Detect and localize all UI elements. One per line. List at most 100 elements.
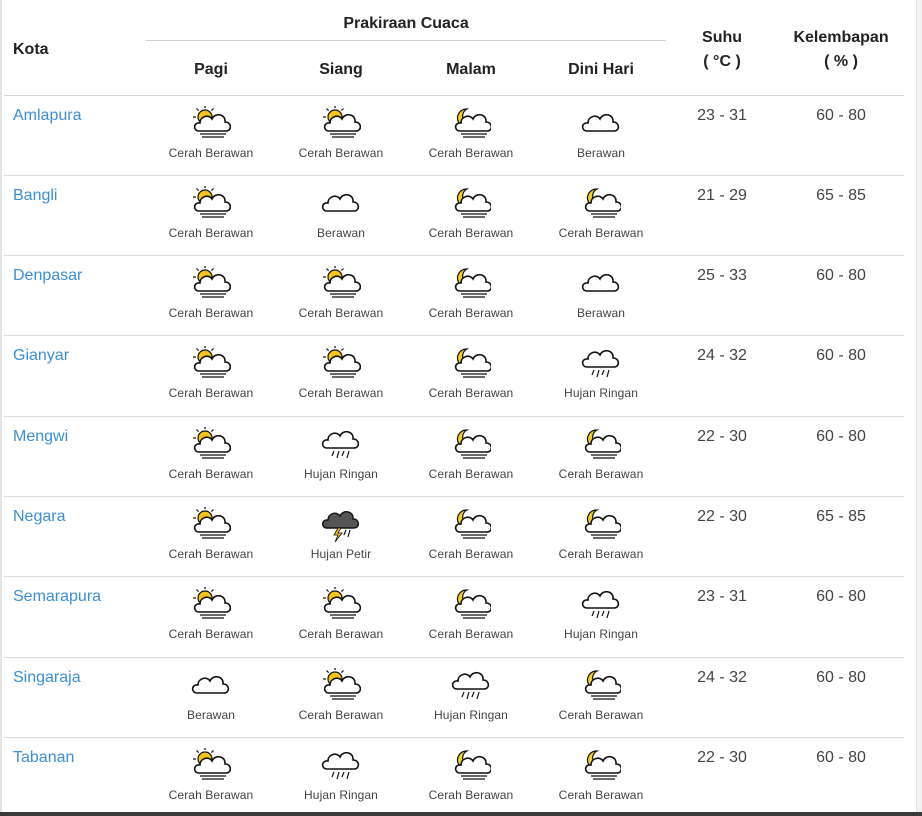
forecast-cell: Berawan	[276, 175, 406, 257]
light-rain-icon	[321, 751, 360, 780]
forecast-label: Cerah Berawan	[428, 225, 514, 240]
forecast-label: Berawan	[576, 145, 626, 160]
forecast-label: Hujan Ringan	[564, 627, 638, 642]
table-row: Semarapura Cerah Berawan Cerah Berawan Cera…	[4, 576, 905, 658]
forecast-cell: Hujan Ringan	[536, 335, 667, 417]
partly-sunny-icon	[323, 667, 361, 700]
forecast-cell: Hujan Ringan	[276, 737, 406, 816]
forecast-label: Cerah Berawan	[558, 546, 644, 561]
forecast-cell: Cerah Berawan	[536, 416, 667, 497]
light-rain-icon	[321, 430, 360, 458]
table-row: Amlapura Cerah Berawan Cerah Berawan Cerah …	[4, 95, 905, 176]
forecast-cell: Hujan Ringan	[536, 576, 667, 658]
right-scrollbar[interactable]	[916, 0, 922, 816]
forecast-label: Cerah Berawan	[428, 787, 514, 802]
forecast-label: Hujan Ringan	[434, 707, 508, 722]
forecast-cell: Berawan	[536, 255, 667, 337]
forecast-cell: Cerah Berawan	[146, 496, 276, 578]
forecast-cell: Cerah Berawan	[536, 175, 667, 257]
forecast-cell: Hujan Ringan	[406, 657, 536, 738]
light-rain-icon	[581, 591, 620, 619]
table-body: Amlapura Cerah Berawan Cerah Berawan Cerah …	[4, 95, 905, 816]
left-border	[0, 0, 2, 816]
forecast-label: Hujan Ringan	[304, 787, 378, 802]
table-row: Denpasar Cerah Berawan Cerah Berawan Cerah …	[4, 255, 905, 337]
table-header: Kota Prakiraan Cuaca Suhu ( °C ) Kelemba…	[4, 6, 905, 96]
city-cell: Denpasar	[4, 255, 146, 337]
table-row: Singaraja Berawan Cerah Berawan Hujan Ringa…	[4, 657, 905, 738]
forecast-label: Cerah Berawan	[558, 707, 644, 722]
forecast-label: Cerah Berawan	[298, 386, 384, 401]
forecast-cell: Cerah Berawan	[276, 657, 406, 738]
humidity-cell: 60 - 80	[778, 95, 905, 176]
forecast-cell: Cerah Berawan	[406, 576, 536, 658]
city-link[interactable]: Denpasar	[13, 267, 82, 284]
humidity-cell: 60 - 80	[778, 416, 905, 497]
header-forecast-label: Prakiraan Cuaca	[343, 15, 469, 32]
forecast-label: Cerah Berawan	[168, 386, 254, 401]
temperature-cell: 22 - 30	[666, 416, 779, 497]
forecast-cell: Cerah Berawan	[276, 335, 406, 417]
forecast-label: Cerah Berawan	[168, 627, 254, 642]
city-link[interactable]: Mengwi	[13, 428, 68, 445]
forecast-cell: Cerah Berawan	[536, 657, 667, 738]
table-row: Tabanan Cerah Berawan Hujan Ringan Cerah Be…	[4, 737, 905, 816]
forecast-label: Hujan Ringan	[304, 466, 378, 481]
forecast-label: Cerah Berawan	[168, 306, 254, 321]
city-cell: Negara	[4, 496, 146, 578]
forecast-label: Cerah Berawan	[428, 145, 514, 160]
city-cell: Gianyar	[4, 335, 146, 417]
city-link[interactable]: Semarapura	[13, 588, 101, 605]
forecast-label: Berawan	[576, 306, 626, 321]
forecast-cell: Cerah Berawan	[276, 95, 406, 176]
humidity-cell: 60 - 80	[778, 657, 905, 738]
forecast-label: Cerah Berawan	[298, 627, 384, 642]
cloud-icon	[191, 675, 230, 694]
city-link[interactable]: Singaraja	[13, 669, 81, 686]
light-rain-icon	[581, 350, 620, 378]
partly-cloudy-night-icon	[584, 509, 622, 539]
partly-sunny-icon	[193, 506, 231, 539]
partly-cloudy-night-icon	[584, 188, 622, 218]
forecast-label: Cerah Berawan	[298, 306, 384, 321]
humidity-cell: 60 - 80	[778, 335, 905, 417]
forecast-label: Cerah Berawan	[428, 627, 514, 642]
forecast-label: Cerah Berawan	[428, 386, 514, 401]
partly-sunny-icon	[193, 346, 231, 378]
forecast-label: Cerah Berawan	[428, 466, 514, 481]
temperature-cell: 24 - 32	[666, 657, 779, 738]
forecast-cell: Cerah Berawan	[146, 576, 276, 658]
cloud-icon	[581, 274, 620, 292]
partly-sunny-icon	[193, 105, 231, 138]
temperature-cell: 22 - 30	[666, 496, 779, 578]
header-siang: Siang	[276, 50, 406, 96]
forecast-label: Berawan	[186, 707, 236, 722]
header-forecast-group: Prakiraan Cuaca	[146, 6, 667, 50]
humidity-cell: 60 - 80	[778, 737, 905, 816]
partly-cloudy-night-icon	[454, 107, 491, 138]
humidity-cell: 60 - 80	[778, 255, 905, 337]
header-kelembapan-unit: ( % )	[824, 53, 858, 71]
city-cell: Bangli	[4, 175, 146, 257]
city-link[interactable]: Gianyar	[13, 347, 69, 364]
temperature-cell: 23 - 31	[666, 95, 779, 176]
partly-cloudy-night-icon	[454, 268, 491, 298]
city-cell: Semarapura	[4, 576, 146, 658]
forecast-cell: Berawan	[536, 95, 667, 176]
partly-cloudy-night-icon	[584, 750, 622, 780]
city-link[interactable]: Negara	[13, 508, 65, 525]
partly-sunny-icon	[323, 105, 361, 138]
forecast-cell: Cerah Berawan	[536, 496, 667, 578]
forecast-cell: Cerah Berawan	[406, 255, 536, 337]
city-link[interactable]: Tabanan	[13, 749, 74, 766]
temperature-cell: 21 - 29	[666, 175, 779, 257]
forecast-label: Cerah Berawan	[168, 145, 254, 160]
forecast-label: Cerah Berawan	[298, 145, 384, 160]
partly-cloudy-night-icon	[454, 188, 491, 218]
city-link[interactable]: Amlapura	[13, 107, 81, 124]
forecast-label: Cerah Berawan	[298, 707, 384, 722]
city-cell: Singaraja	[4, 657, 146, 738]
city-link[interactable]: Bangli	[13, 187, 57, 204]
city-cell: Mengwi	[4, 416, 146, 497]
header-malam: Malam	[406, 50, 536, 96]
